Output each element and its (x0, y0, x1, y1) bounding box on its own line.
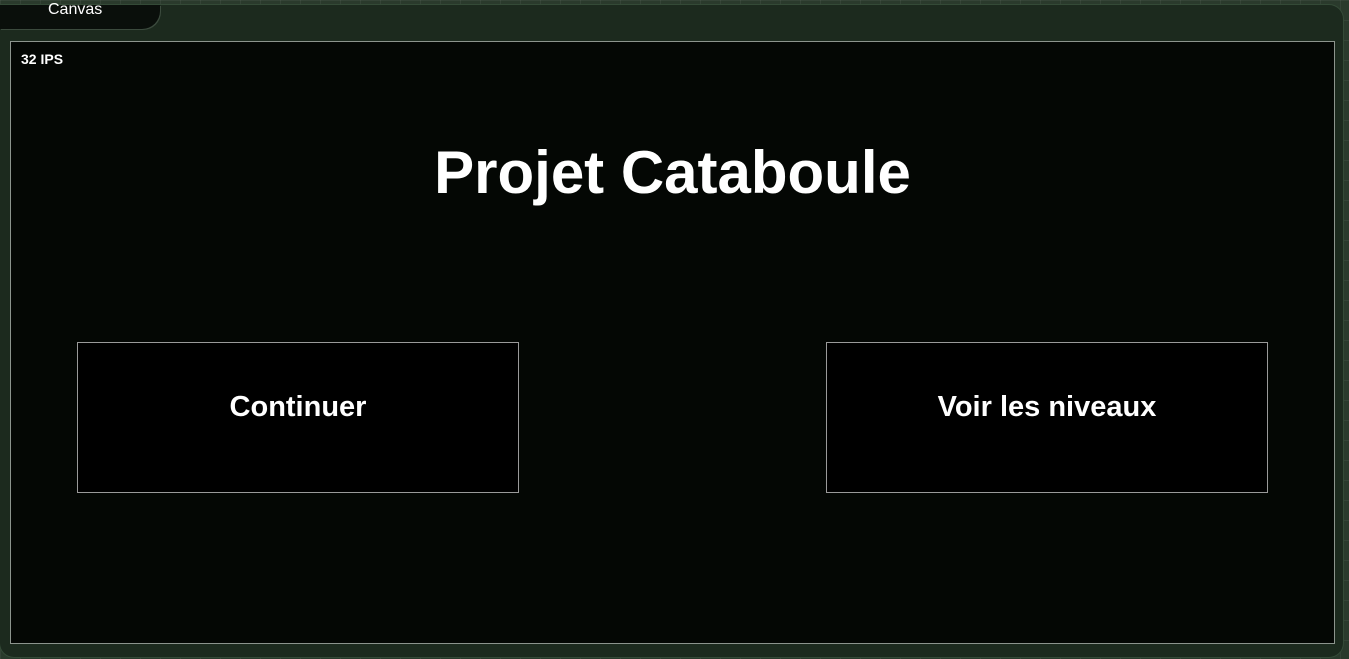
tab-canvas-label: Canvas (48, 1, 103, 18)
game-title: Projet Cataboule (434, 139, 911, 206)
continue-button[interactable]: Continuer (77, 342, 519, 493)
continue-button-label: Continuer (229, 391, 367, 423)
game-canvas[interactable]: 32 IPS Projet Cataboule Continuer Voir l… (10, 41, 1335, 644)
canvas-window: Canvas 32 IPS Projet Cataboule Continuer… (0, 1, 1343, 657)
view-levels-button-label: Voir les niveaux (937, 391, 1157, 423)
fps-counter: 32 IPS (21, 51, 64, 67)
tab-canvas[interactable]: Canvas (0, 1, 160, 29)
view-levels-button[interactable]: Voir les niveaux (826, 342, 1268, 493)
